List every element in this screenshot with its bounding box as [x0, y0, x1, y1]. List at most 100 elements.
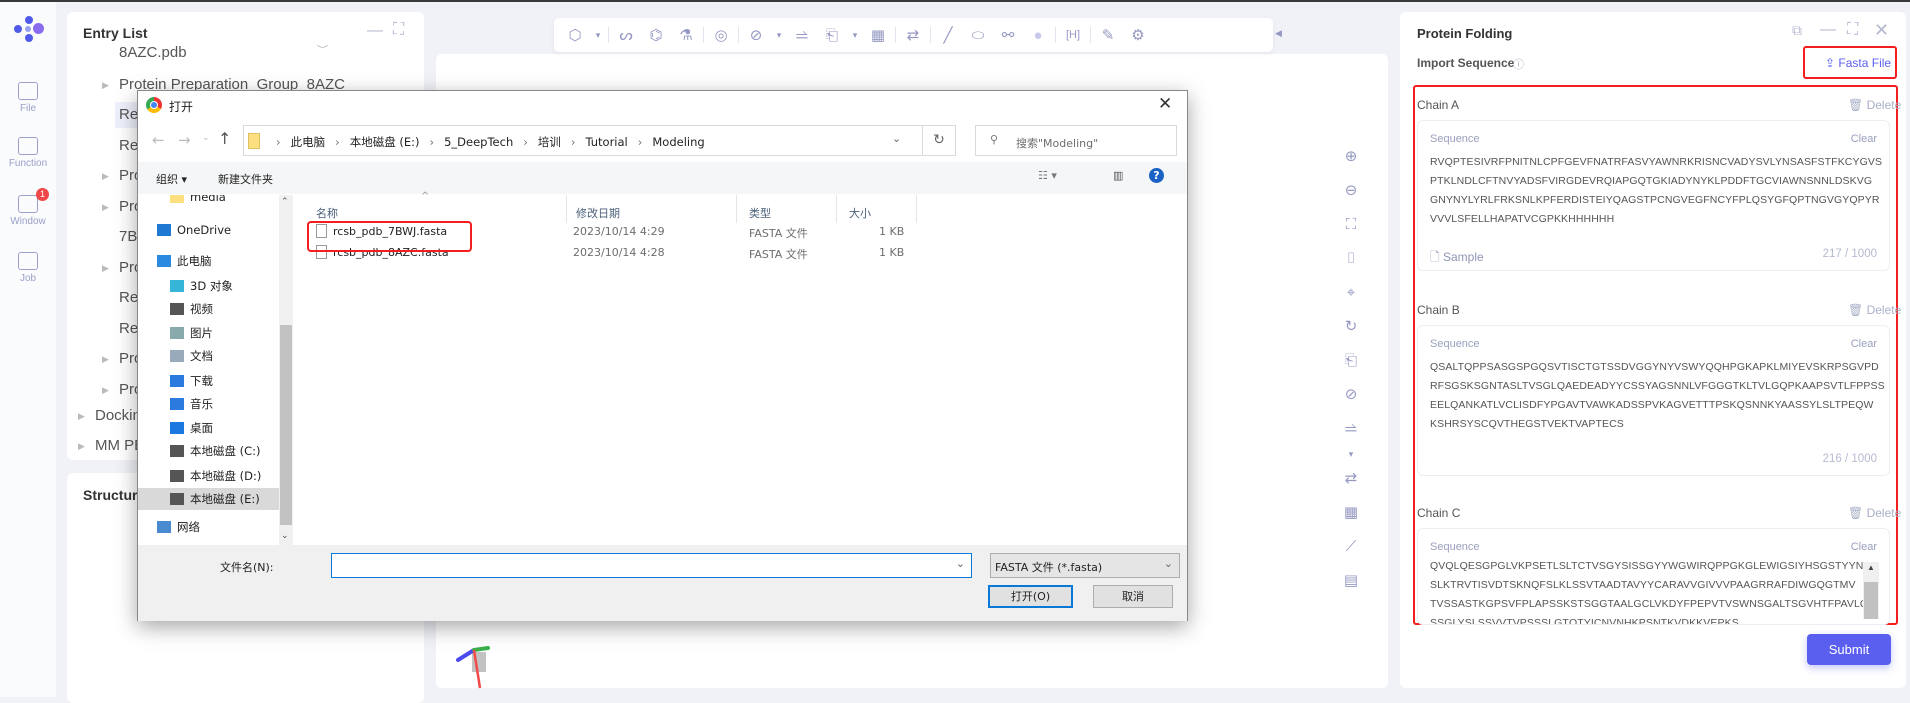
submit-button[interactable]: Submit: [1807, 634, 1891, 665]
search-input[interactable]: ⚲ 搜索"Modeling": [975, 125, 1177, 156]
nav-item[interactable]: 本地磁盘 (C:): [138, 440, 279, 462]
close-icon[interactable]: ✕: [1158, 94, 1172, 114]
target-disk-icon[interactable]: ◎: [708, 26, 734, 44]
path-icon[interactable]: ⥬: [789, 27, 815, 44]
scroll-up-icon[interactable]: ▲: [1867, 563, 1875, 572]
file-type-select[interactable]: FASTA 文件 (*.fasta) ⌄: [990, 553, 1180, 578]
crosshair-icon[interactable]: ⌖: [1335, 276, 1367, 310]
clear-button[interactable]: Clear: [1851, 541, 1877, 553]
maximize-icon[interactable]: ⛶: [1847, 21, 1858, 39]
sequence-textarea[interactable]: RVQPTESIVRFPNITNLCPFGEVFNATRFASVYAWNRKRI…: [1430, 153, 1885, 229]
nav-job[interactable]: Job: [0, 252, 56, 284]
bracket-h-icon[interactable]: [H]: [1060, 29, 1086, 41]
dna-icon[interactable]: ᔕ: [613, 26, 639, 44]
filename-input[interactable]: ⌄: [331, 553, 972, 578]
delete-button[interactable]: 🗑 Delete: [1848, 506, 1901, 520]
minimize-icon[interactable]: —: [1820, 21, 1836, 39]
open-button[interactable]: 打开(O): [988, 585, 1073, 608]
preview-pane-icon[interactable]: ▥: [1113, 169, 1123, 182]
column-name[interactable]: 名称: [316, 205, 338, 221]
chevron-down-icon[interactable]: ⌄: [892, 132, 901, 145]
caret-down-icon[interactable]: ▾: [773, 30, 785, 41]
line-icon[interactable]: ╱: [935, 26, 961, 44]
nav-item[interactable]: media: [138, 195, 279, 208]
expand-arrow-icon[interactable]: ▶: [102, 346, 109, 372]
chevron-down-icon[interactable]: ⌄: [956, 557, 965, 570]
nav-item[interactable]: 音乐: [138, 393, 279, 415]
caret-left-icon[interactable]: ◀: [1275, 28, 1282, 39]
nav-item[interactable]: 图片: [138, 322, 279, 344]
expand-arrow-icon[interactable]: ▶: [102, 163, 109, 189]
address-bar[interactable]: › 此电脑 › 本地磁盘 (E:) › 5_DeepTech › 培训 › Tutorial › Mo…: [243, 125, 923, 156]
sequence-textarea[interactable]: QSALTQPPSASGSPGQSVTISCTGTSSDVGGYNYVSWYQQ…: [1430, 358, 1885, 434]
zoom-out-icon[interactable]: ⊖: [1335, 174, 1367, 208]
path-icon[interactable]: ⥬: [1335, 412, 1367, 446]
sample-button[interactable]: 🗋 Sample: [1430, 248, 1484, 269]
map-icon[interactable]: ▦: [865, 26, 891, 44]
tree-item[interactable]: 8AZC.pdb: [67, 40, 424, 66]
info-icon[interactable]: ⓘ: [1513, 56, 1524, 72]
expand-arrow-icon[interactable]: ▶: [78, 433, 85, 459]
breadcrumb-item[interactable]: 培训: [538, 135, 561, 149]
close-icon[interactable]: ✕: [1874, 20, 1889, 41]
detach-icon[interactable]: ⧉: [1792, 22, 1802, 39]
textarea-scrollbar[interactable]: ▲: [1863, 562, 1879, 619]
breadcrumb-item[interactable]: Modeling: [652, 135, 704, 149]
nav-item[interactable]: OneDrive: [138, 219, 279, 241]
expand-arrow-icon[interactable]: ▶: [78, 403, 85, 429]
pill-icon[interactable]: ⬭: [965, 27, 991, 44]
refresh-button[interactable]: ↻: [922, 125, 956, 156]
swap-icon[interactable]: ⇄: [900, 26, 926, 44]
nav-item[interactable]: 网络: [138, 516, 279, 538]
breadcrumb-item[interactable]: Tutorial: [585, 135, 627, 149]
caret-down-icon[interactable]: ▾: [849, 30, 861, 41]
scroll-thumb[interactable]: [1864, 582, 1878, 619]
minimize-icon[interactable]: —: [367, 22, 383, 40]
sequence-textarea[interactable]: QVQLQESGPGLVKPSETLSLTCTVSGYSISSGYYWGWIRQ…: [1430, 557, 1868, 624]
pencil-icon[interactable]: ✎: [1095, 26, 1121, 44]
refresh-icon[interactable]: ↻: [1335, 310, 1367, 344]
expand-arrow-icon[interactable]: ▶: [102, 194, 109, 220]
nav-item[interactable]: 本地磁盘 (D:): [138, 465, 279, 487]
bond-icon[interactable]: ⊘: [1335, 378, 1367, 412]
expand-arrow-icon[interactable]: ▶: [102, 255, 109, 281]
nav-file[interactable]: File: [0, 82, 56, 114]
nav-item[interactable]: 此电脑: [138, 250, 279, 272]
bookmark-add-icon[interactable]: ⎗: [1335, 344, 1367, 378]
swap-icon[interactable]: ⇄: [1335, 462, 1367, 496]
view-options-icon[interactable]: ☷ ▾: [1038, 169, 1057, 182]
column-size[interactable]: 大小: [849, 205, 871, 221]
nav-item[interactable]: 文档: [138, 345, 279, 367]
spheres-icon[interactable]: ●: [1025, 27, 1051, 44]
delete-button[interactable]: 🗑 Delete: [1848, 303, 1901, 317]
column-type[interactable]: 类型: [749, 205, 771, 221]
breadcrumb-item[interactable]: 此电脑: [291, 135, 326, 149]
nav-item[interactable]: 3D 对象: [138, 275, 279, 297]
map-icon[interactable]: ▦: [1335, 496, 1367, 530]
cancel-button[interactable]: 取消: [1093, 585, 1173, 608]
bookmark-add-icon[interactable]: ⎗: [819, 27, 845, 44]
flask-icon[interactable]: ⚗: [673, 26, 699, 44]
back-icon[interactable]: ←: [152, 131, 165, 149]
breadcrumb-item[interactable]: 本地磁盘 (E:): [350, 135, 420, 149]
nav-item[interactable]: 视频: [138, 298, 279, 320]
nav-scrollbar[interactable]: ⌃ ⌄: [279, 195, 293, 545]
breadcrumb-item[interactable]: 5_DeepTech: [444, 135, 513, 149]
nav-window[interactable]: Window: [0, 195, 56, 227]
caret-down-icon[interactable]: ▾: [1335, 446, 1367, 462]
nav-function[interactable]: Function: [0, 137, 56, 169]
bond-icon[interactable]: ⊘: [743, 26, 769, 44]
nav-item[interactable]: 本地磁盘 (E:): [138, 488, 279, 510]
column-date[interactable]: 修改日期: [576, 205, 620, 221]
expand-arrow-icon[interactable]: ▶: [102, 72, 109, 98]
chart-window-icon[interactable]: ▤: [1335, 564, 1367, 598]
nav-item[interactable]: 桌面: [138, 417, 279, 439]
fit-screen-icon[interactable]: ⛶: [1335, 208, 1367, 242]
nav-item[interactable]: 下载: [138, 370, 279, 392]
clear-button[interactable]: Clear: [1851, 133, 1877, 145]
atoms-icon[interactable]: ⚯: [995, 26, 1021, 44]
gear-icon[interactable]: ⚙: [1125, 26, 1151, 44]
help-icon[interactable]: ?: [1149, 168, 1164, 183]
hexagon-icon[interactable]: ⬡: [562, 26, 588, 44]
line-chart-icon[interactable]: ⟋: [1335, 530, 1367, 564]
